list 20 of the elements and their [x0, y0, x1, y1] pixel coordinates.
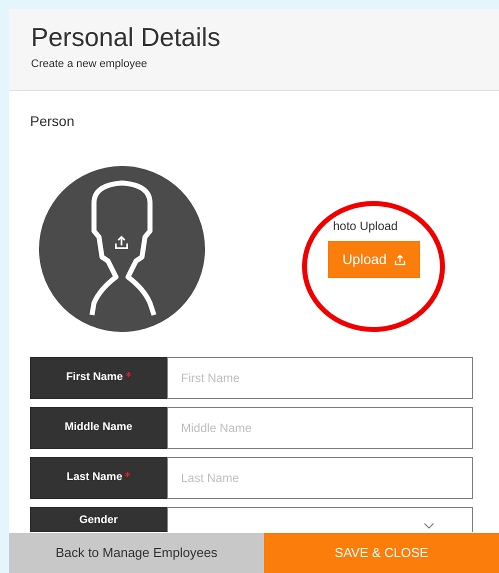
text-input-field[interactable]: Middle Name: [167, 407, 473, 449]
page-title: Personal Details: [31, 21, 222, 53]
chevron-down-icon: [424, 523, 434, 529]
section-title: Person: [30, 112, 76, 130]
page-subtitle: Create a new employee: [31, 57, 148, 72]
save-close-button[interactable]: SAVE & CLOSE: [264, 533, 499, 573]
upload-icon: [114, 235, 129, 250]
back-button[interactable]: Back to Manage Employees: [9, 533, 264, 573]
field-label: First Name: [66, 370, 123, 384]
field-label: Gender: [79, 513, 118, 527]
photo-upload-label: hoto Upload: [333, 219, 398, 233]
text-input-field[interactable]: Last Name: [167, 457, 473, 499]
field-label: Last Name: [66, 470, 122, 484]
text-input-field[interactable]: First Name: [167, 357, 473, 399]
required-asterisk-icon: [125, 472, 130, 477]
field-label: Middle Name: [64, 420, 132, 434]
select-field[interactable]: [167, 507, 473, 532]
upload-icon: [394, 254, 406, 266]
upload-button[interactable]: Upload: [328, 241, 420, 278]
required-asterisk-icon: [126, 372, 131, 377]
